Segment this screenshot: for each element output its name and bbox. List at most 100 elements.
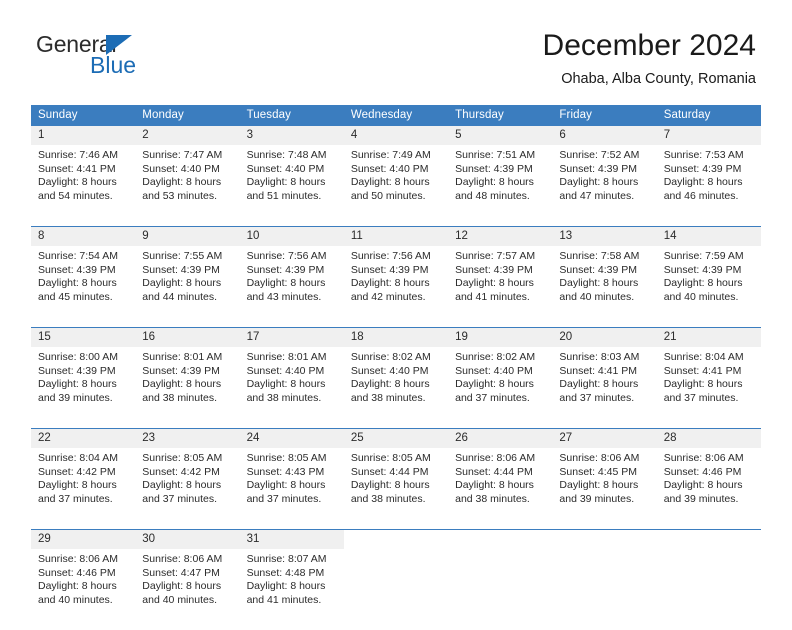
day-number: 15: [31, 327, 136, 347]
daylight-text-line2: and 48 minutes.: [455, 189, 530, 202]
sunrise-text: Sunrise: 8:07 AM: [246, 553, 327, 565]
daylight-text-line2: and 43 minutes.: [246, 290, 322, 303]
day-number: 6: [552, 126, 657, 145]
day-cell: Sunrise: 7:55 AM Sunset: 4:39 PM Dayligh…: [135, 246, 240, 311]
sunrise-text: Sunrise: 7:56 AM: [246, 250, 327, 262]
calendar-page: General Blue December 2024 Ohaba, Alba C…: [0, 0, 792, 630]
sunset-text: Sunset: 4:40 PM: [246, 162, 325, 175]
daylight-text-line2: and 39 minutes.: [38, 391, 113, 404]
day-cell: Sunrise: 8:03 AM Sunset: 4:41 PM Dayligh…: [552, 347, 657, 412]
sunset-text: Sunset: 4:45 PM: [559, 465, 638, 478]
week-1-details: Sunrise: 7:46 AM Sunset: 4:41 PM Dayligh…: [31, 145, 761, 210]
week-separator: [31, 412, 761, 429]
sunrise-text: Sunrise: 7:58 AM: [559, 250, 640, 262]
day-cell-empty: [656, 549, 761, 614]
sunrise-text: Sunrise: 7:52 AM: [559, 149, 640, 161]
daylight-text-line1: Daylight: 8 hours: [663, 479, 743, 492]
daylight-text-line1: Daylight: 8 hours: [455, 277, 534, 290]
daylight-text-line2: and 42 minutes.: [350, 290, 426, 303]
weekday-header-wednesday: Wednesday: [343, 105, 449, 126]
day-number-empty: [656, 529, 761, 549]
weekday-header-friday: Friday: [552, 105, 657, 126]
general-blue-logo: General Blue: [36, 32, 216, 82]
day-cell: Sunrise: 7:59 AM Sunset: 4:39 PM Dayligh…: [656, 246, 761, 311]
daylight-text-line1: Daylight: 8 hours: [246, 378, 326, 391]
sunrise-text: Sunrise: 8:04 AM: [38, 452, 118, 464]
day-number: 5: [448, 126, 553, 145]
week-3-daynumbers: 15 16 17 18 19 20 21: [31, 327, 761, 347]
day-cell: Sunrise: 7:56 AM Sunset: 4:39 PM Dayligh…: [343, 246, 449, 311]
sunrise-text: Sunrise: 7:51 AM: [455, 149, 536, 161]
title-block: December 2024 Ohaba, Alba County, Romani…: [543, 28, 756, 88]
daylight-text-line1: Daylight: 8 hours: [663, 277, 743, 290]
day-cell: Sunrise: 7:54 AM Sunset: 4:39 PM Dayligh…: [31, 246, 136, 311]
day-number-empty: [552, 529, 657, 549]
day-cell: Sunrise: 8:06 AM Sunset: 4:47 PM Dayligh…: [135, 549, 240, 614]
daylight-text-line1: Daylight: 8 hours: [455, 176, 534, 189]
sunrise-text: Sunrise: 8:01 AM: [246, 351, 327, 363]
day-number: 13: [552, 226, 657, 246]
sunset-text: Sunset: 4:40 PM: [142, 162, 220, 175]
daylight-text-line1: Daylight: 8 hours: [246, 277, 326, 290]
day-number-empty: [343, 529, 449, 549]
sunrise-text: Sunrise: 8:04 AM: [663, 351, 744, 363]
sunset-text: Sunset: 4:41 PM: [559, 364, 638, 377]
sunrise-text: Sunrise: 8:02 AM: [455, 351, 536, 363]
daylight-text-line1: Daylight: 8 hours: [246, 479, 326, 492]
day-number: 12: [448, 226, 553, 246]
daylight-text-line1: Daylight: 8 hours: [455, 479, 534, 492]
daylight-text-line2: and 39 minutes.: [663, 492, 739, 505]
daylight-text-line1: Daylight: 8 hours: [663, 378, 743, 391]
day-cell: Sunrise: 7:58 AM Sunset: 4:39 PM Dayligh…: [552, 246, 657, 311]
sunrise-text: Sunrise: 7:54 AM: [38, 250, 118, 262]
day-number: 28: [656, 428, 761, 448]
daylight-text-line2: and 53 minutes.: [142, 189, 217, 202]
day-number: 20: [552, 327, 657, 347]
day-cell: Sunrise: 7:53 AM Sunset: 4:39 PM Dayligh…: [656, 145, 761, 210]
sunrise-text: Sunrise: 8:01 AM: [142, 351, 223, 363]
sunset-text: Sunset: 4:40 PM: [350, 162, 429, 175]
day-cell: Sunrise: 8:05 AM Sunset: 4:44 PM Dayligh…: [343, 448, 449, 513]
sunrise-text: Sunrise: 8:05 AM: [246, 452, 327, 464]
day-cell: Sunrise: 8:02 AM Sunset: 4:40 PM Dayligh…: [343, 347, 449, 412]
day-number: 4: [343, 126, 449, 145]
sunrise-text: Sunrise: 8:02 AM: [350, 351, 431, 363]
daylight-text-line2: and 47 minutes.: [559, 189, 635, 202]
sunset-text: Sunset: 4:43 PM: [246, 465, 325, 478]
daylight-text-line1: Daylight: 8 hours: [38, 479, 117, 492]
sunset-text: Sunset: 4:39 PM: [350, 263, 429, 276]
day-number: 1: [31, 126, 136, 145]
day-cell: Sunrise: 7:52 AM Sunset: 4:39 PM Dayligh…: [552, 145, 657, 210]
sunrise-sunset-calendar-table: Sunday Monday Tuesday Wednesday Thursday…: [31, 105, 761, 630]
week-separator-line: [31, 412, 761, 429]
day-cell: Sunrise: 7:56 AM Sunset: 4:39 PM Dayligh…: [239, 246, 344, 311]
daylight-text-line2: and 45 minutes.: [38, 290, 113, 303]
daylight-text-line2: and 54 minutes.: [38, 189, 113, 202]
sunset-text: Sunset: 4:42 PM: [142, 465, 220, 478]
week-2-daynumbers: 8 9 10 11 12 13 14: [31, 226, 761, 246]
day-number: 2: [135, 126, 240, 145]
day-number: 31: [239, 529, 344, 549]
sunset-text: Sunset: 4:46 PM: [663, 465, 742, 478]
daylight-text-line1: Daylight: 8 hours: [350, 277, 430, 290]
sunset-text: Sunset: 4:39 PM: [142, 263, 220, 276]
sunrise-text: Sunrise: 7:53 AM: [663, 149, 744, 161]
week-separator-line: [31, 513, 761, 530]
sunrise-text: Sunrise: 8:06 AM: [142, 553, 223, 565]
sunset-text: Sunset: 4:41 PM: [663, 364, 742, 377]
day-cell: Sunrise: 8:06 AM Sunset: 4:46 PM Dayligh…: [31, 549, 136, 614]
daylight-text-line2: and 38 minutes.: [246, 391, 322, 404]
day-cell: Sunrise: 8:04 AM Sunset: 4:42 PM Dayligh…: [31, 448, 136, 513]
day-cell: Sunrise: 7:48 AM Sunset: 4:40 PM Dayligh…: [239, 145, 344, 210]
day-number-empty: [448, 529, 553, 549]
day-cell: Sunrise: 8:06 AM Sunset: 4:44 PM Dayligh…: [448, 448, 553, 513]
daylight-text-line2: and 40 minutes.: [663, 290, 739, 303]
weekday-header-tuesday: Tuesday: [239, 105, 344, 126]
sunrise-text: Sunrise: 8:03 AM: [559, 351, 640, 363]
day-cell: Sunrise: 7:49 AM Sunset: 4:40 PM Dayligh…: [343, 145, 449, 210]
day-number: 8: [31, 226, 136, 246]
week-separator: [31, 513, 761, 530]
daylight-text-line2: and 40 minutes.: [559, 290, 635, 303]
day-number: 23: [135, 428, 240, 448]
daylight-text-line2: and 37 minutes.: [246, 492, 322, 505]
